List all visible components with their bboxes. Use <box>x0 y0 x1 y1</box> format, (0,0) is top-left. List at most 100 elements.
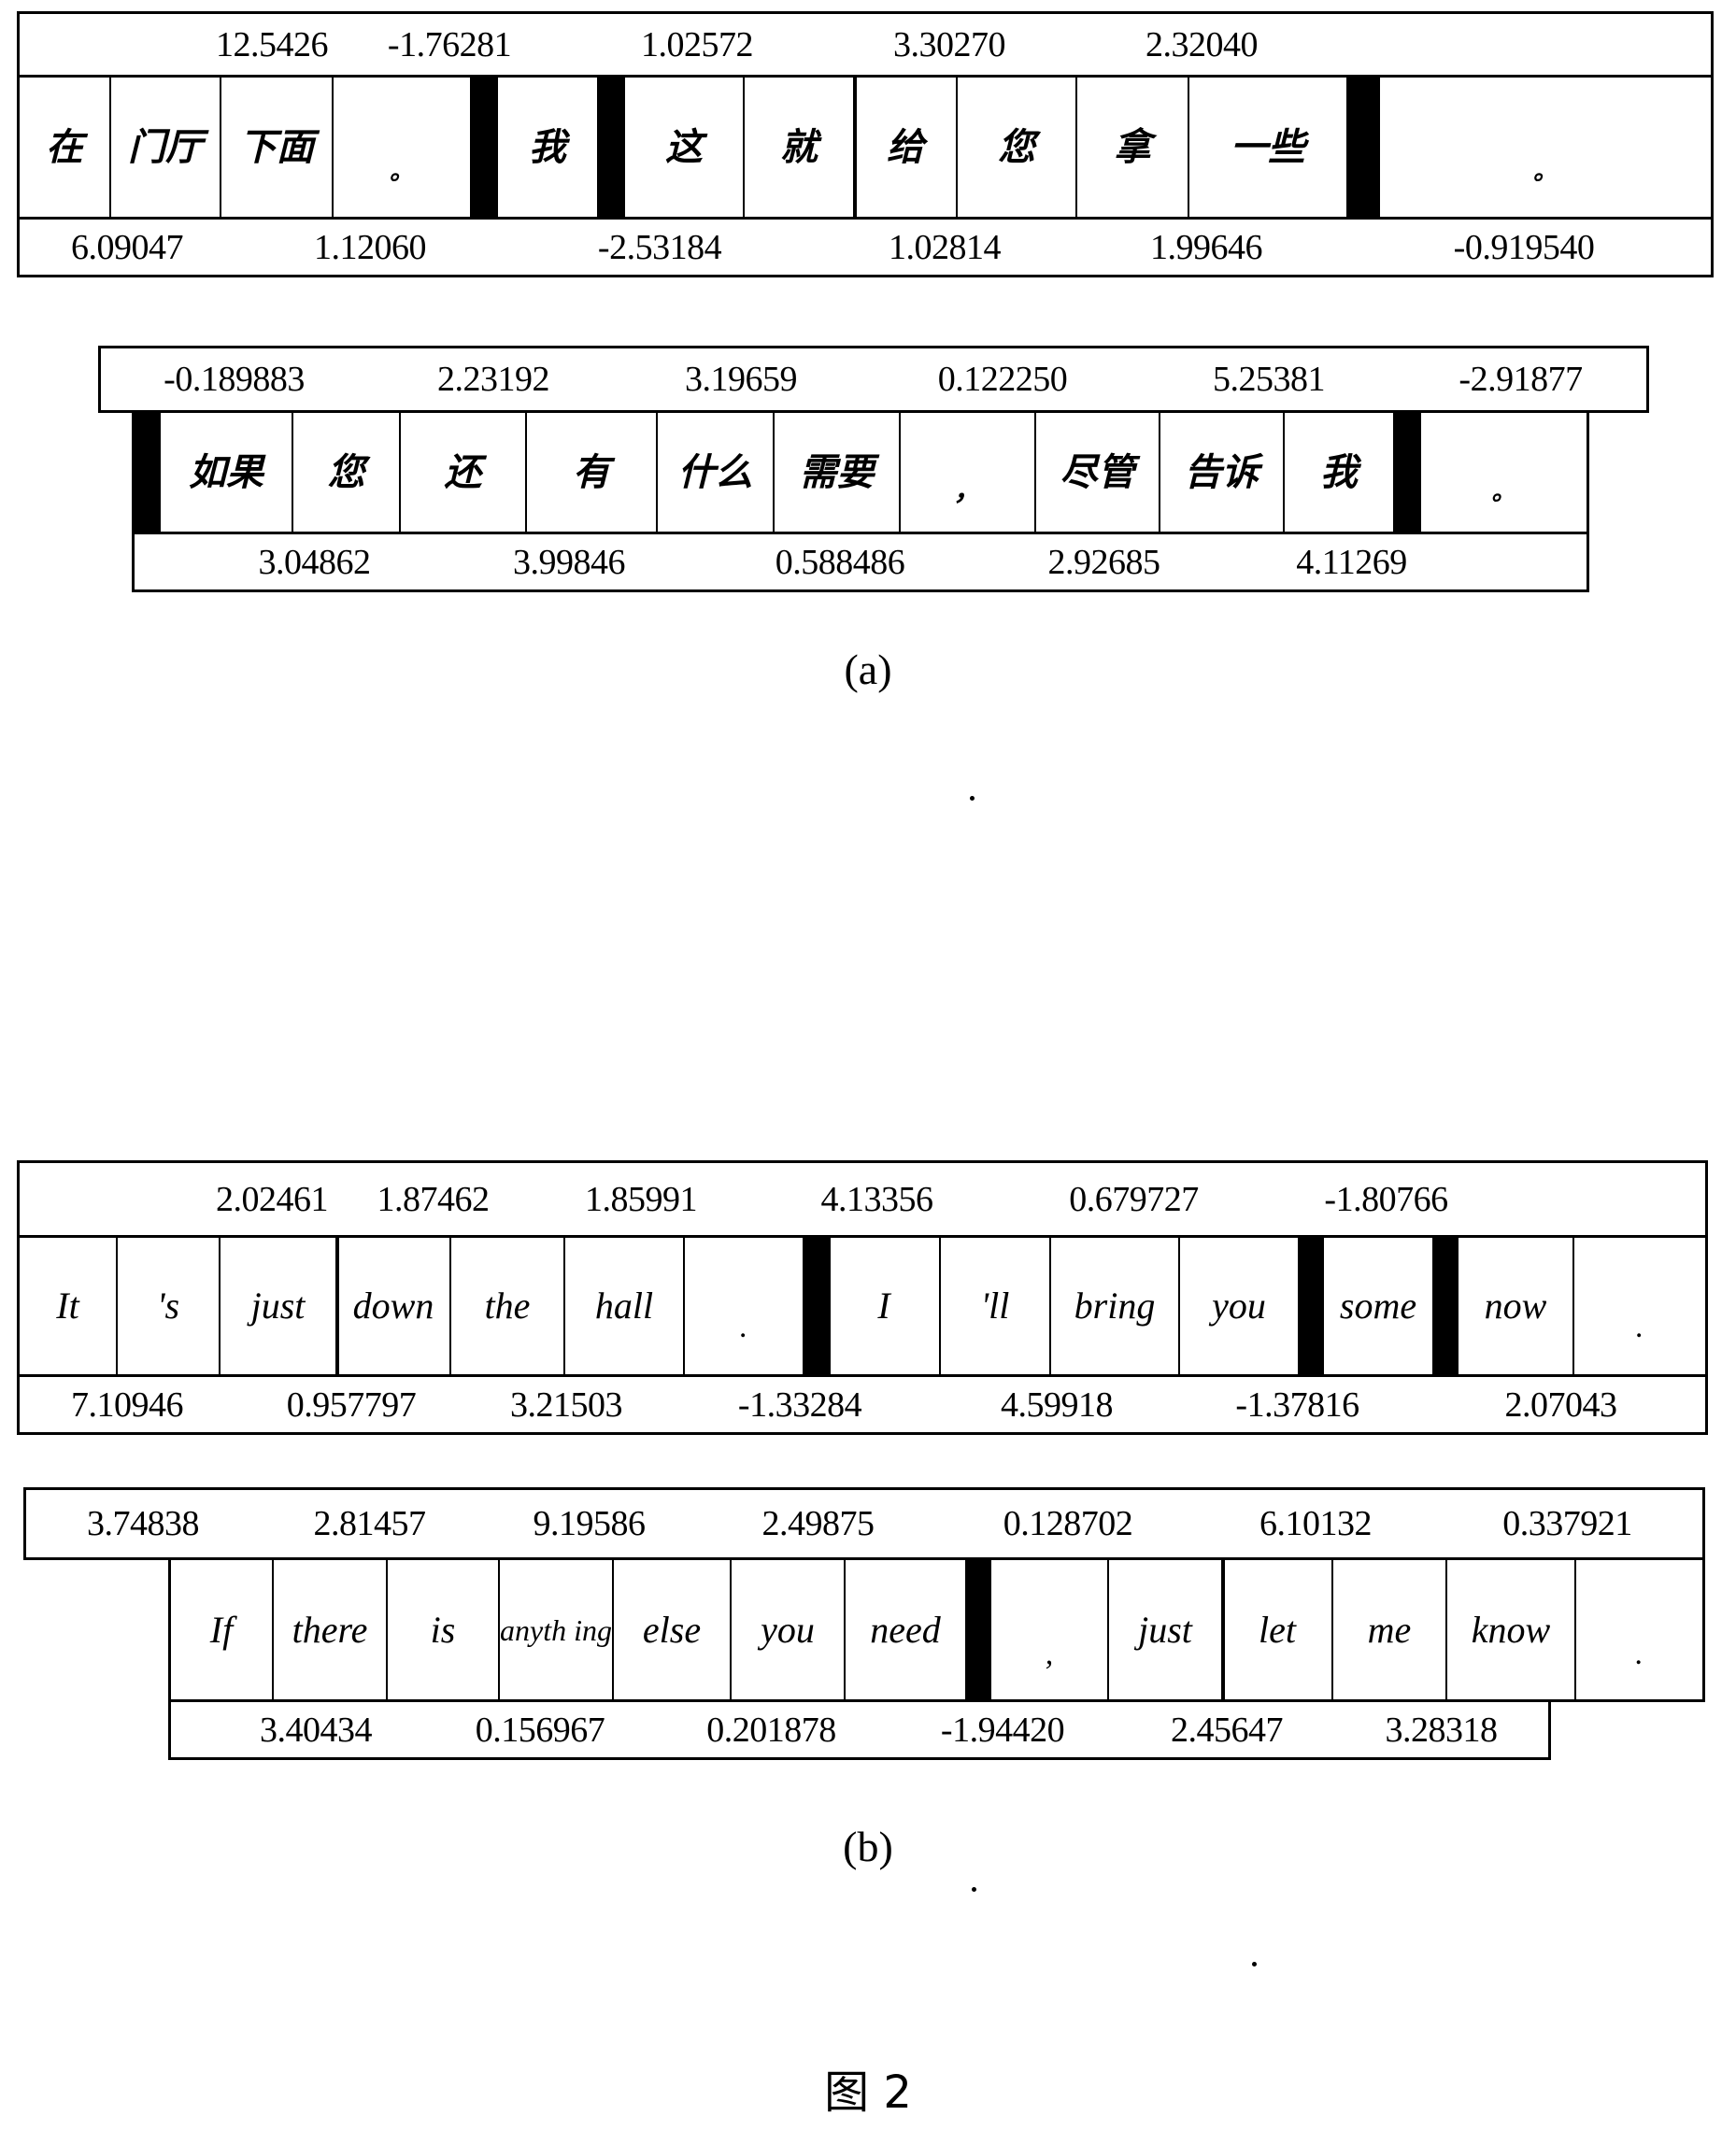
score-value: 0.122250 <box>937 360 1068 399</box>
score-value: 1.85991 <box>585 1179 698 1219</box>
score-value: 1.02814 <box>889 227 1002 267</box>
score-value: -2.53184 <box>597 227 722 267</box>
score-value: -0.189883 <box>164 360 305 399</box>
score-value: 0.201878 <box>706 1710 836 1750</box>
panel-b-table-1-top-scores: 2.02461 1.87462 1.85991 4.13356 0.679727… <box>17 1160 1708 1235</box>
panel-b-table-1-tokens: It 's just down the hall . I 'll bring y… <box>17 1235 1708 1377</box>
token-cell: 一些 <box>1189 78 1348 217</box>
score-value: 6.10132 <box>1259 1504 1373 1543</box>
score-value: -1.94420 <box>940 1710 1065 1750</box>
score-value: 4.11269 <box>1296 542 1407 582</box>
token-cell: , <box>991 1560 1109 1699</box>
score-value: 4.13356 <box>820 1179 934 1219</box>
scan-speck <box>970 796 975 801</box>
token-cell: 您 <box>293 413 401 532</box>
score-value: -1.80766 <box>1324 1179 1448 1219</box>
score-value: -1.76281 <box>387 24 512 64</box>
score-value: 3.04862 <box>258 542 372 582</box>
score-value: -2.91877 <box>1459 360 1583 399</box>
panel-a-table-1: 12.5426 -1.76281 1.02572 3.30270 2.32040… <box>17 11 1714 277</box>
score-value: 2.23192 <box>437 360 550 399</box>
token-cell: 需要 <box>775 413 901 532</box>
score-value: 0.156967 <box>475 1710 605 1750</box>
token-cell: 's <box>118 1238 221 1374</box>
panel-a-table-2-bottom-scores: 3.04862 3.99846 0.588486 2.92685 4.11269 <box>132 534 1589 592</box>
panel-b-label: (b) <box>843 1823 893 1870</box>
score-value: 1.02572 <box>641 24 754 64</box>
score-value: 3.21503 <box>510 1384 623 1425</box>
token-cell: now <box>1459 1238 1574 1374</box>
score-value: 0.337921 <box>1502 1504 1632 1543</box>
token-cell: 如果 <box>161 413 293 532</box>
score-value: 0.679727 <box>1069 1179 1199 1219</box>
score-value: 2.07043 <box>1504 1384 1618 1425</box>
score-value: 3.28318 <box>1385 1710 1499 1750</box>
token-cell: 。 <box>334 78 472 217</box>
score-value: 3.40434 <box>260 1710 373 1750</box>
token-cell: ， <box>901 413 1036 532</box>
token-cell: 。 <box>1491 477 1516 506</box>
token-cell: me <box>1333 1560 1447 1699</box>
score-value: 1.12060 <box>314 227 427 267</box>
panel-b-table-2-top-scores: 3.74838 2.81457 9.19586 2.49875 0.128702… <box>23 1487 1705 1560</box>
token-cell: If <box>171 1560 274 1699</box>
score-value: 0.128702 <box>1003 1504 1133 1543</box>
score-value: 3.74838 <box>87 1504 200 1543</box>
token-cell: 'll <box>941 1238 1051 1374</box>
phrase-boundary-bar <box>135 413 161 532</box>
phrase-boundary-bar <box>1434 1238 1459 1374</box>
panel-a-table-1-tokens: 在 门厅 下面 。 我 这 就 给 您 拿 一些 。 <box>17 75 1714 220</box>
panel-b-table-2-tokens: If there is anyth ing else you need , ju… <box>168 1560 1705 1702</box>
panel-b-table-1: 2.02461 1.87462 1.85991 4.13356 0.679727… <box>17 1160 1708 1435</box>
token-cell: there <box>274 1560 388 1699</box>
token-cell: you <box>732 1560 846 1699</box>
score-value: 2.81457 <box>313 1504 427 1543</box>
panel-a-table-1-bottom-scores: 6.09047 1.12060 -2.53184 1.02814 1.99646… <box>17 220 1714 277</box>
panel-a-table-2: -0.189883 2.23192 3.19659 0.122250 5.253… <box>98 346 1649 592</box>
token-cell: just <box>221 1238 337 1374</box>
score-value: -0.919540 <box>1453 227 1595 267</box>
token-cell: 这 <box>625 78 745 217</box>
score-value: 3.99846 <box>513 542 626 582</box>
score-value: 9.19586 <box>533 1504 647 1543</box>
scan-speck <box>972 1887 976 1892</box>
token-cell: 尽管 <box>1036 413 1160 532</box>
score-value: 12.5426 <box>216 24 329 64</box>
score-value: 2.92685 <box>1047 542 1161 582</box>
token-cell: you <box>1180 1238 1300 1374</box>
token-cell: 还 <box>401 413 527 532</box>
panel-a-table-2-tokens: 如果 您 还 有 什么 需要 ， 尽管 告诉 我 。 <box>132 413 1589 534</box>
score-value: 5.25381 <box>1213 360 1326 399</box>
panel-b-table-1-bottom-scores: 7.10946 0.957797 3.21503 -1.33284 4.5991… <box>17 1377 1708 1435</box>
score-value: -1.33284 <box>737 1384 862 1425</box>
score-value: 4.59918 <box>1001 1384 1114 1425</box>
score-value: 2.02461 <box>216 1179 329 1219</box>
panel-a-table-2-top-scores: -0.189883 2.23192 3.19659 0.122250 5.253… <box>98 346 1649 413</box>
token-cell: just <box>1109 1560 1223 1699</box>
token-cell: bring <box>1051 1238 1180 1374</box>
token-cell: . <box>1635 1310 1644 1345</box>
token-cell: 在 <box>20 78 111 217</box>
token-cell: 门厅 <box>111 78 221 217</box>
score-value: 2.45647 <box>1171 1710 1284 1750</box>
token-cell: 给 <box>855 78 958 217</box>
panel-a-label: (a) <box>844 646 892 693</box>
phrase-boundary-bar <box>1300 1238 1324 1374</box>
phrase-boundary-bar <box>804 1238 829 1374</box>
token-cell: 什么 <box>658 413 775 532</box>
token-cell: . <box>685 1238 804 1374</box>
score-value: -1.37816 <box>1235 1384 1359 1425</box>
panel-b-table-2: 3.74838 2.81457 9.19586 2.49875 0.128702… <box>23 1487 1705 1760</box>
token-cell: hall <box>565 1238 685 1374</box>
token-cell: 拿 <box>1077 78 1189 217</box>
token-cell: know <box>1447 1560 1576 1699</box>
score-value: 0.588486 <box>775 542 905 582</box>
token-cell: It <box>20 1238 118 1374</box>
token-cell: 。 <box>1532 157 1558 186</box>
figure-caption: 图 2 <box>824 2066 912 2119</box>
score-value: 1.99646 <box>1150 227 1263 267</box>
phrase-boundary-bar <box>1348 78 1380 217</box>
token-cell: 有 <box>527 413 658 532</box>
token-cell: 下面 <box>221 78 334 217</box>
token-cell: else <box>614 1560 732 1699</box>
